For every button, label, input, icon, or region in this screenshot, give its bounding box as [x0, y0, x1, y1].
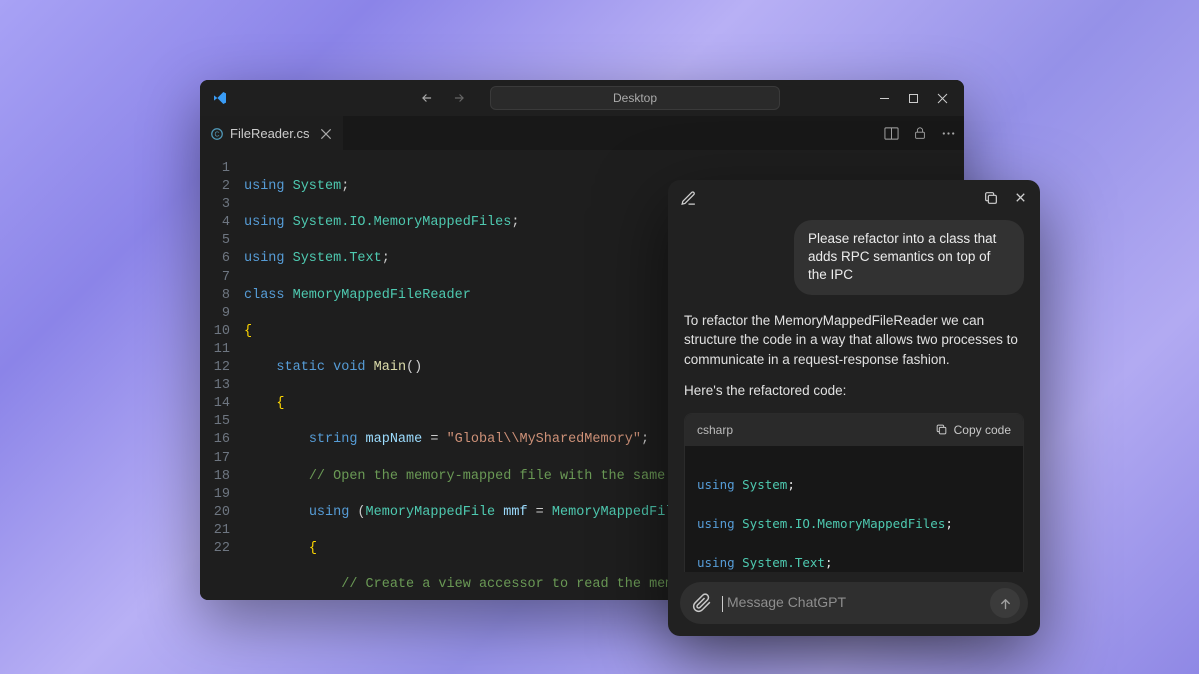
- command-center-search[interactable]: Desktop: [490, 86, 780, 110]
- copy-screenshot-icon[interactable]: [983, 190, 999, 206]
- chat-panel: Please refactor into a class that adds R…: [668, 180, 1040, 636]
- close-tab-icon[interactable]: [319, 127, 333, 141]
- csharp-file-icon: C: [210, 127, 224, 141]
- minimize-icon[interactable]: [879, 93, 890, 104]
- title-bar: Desktop: [200, 80, 964, 116]
- tab-filename: FileReader.cs: [230, 126, 309, 141]
- nav-forward-icon[interactable]: [448, 91, 470, 105]
- copy-code-button[interactable]: Copy code: [935, 423, 1011, 437]
- attach-icon[interactable]: [692, 593, 712, 613]
- assistant-paragraph-2: Here's the refactored code:: [684, 381, 1024, 401]
- nav-back-icon[interactable]: [416, 91, 438, 105]
- copy-code-label: Copy code: [954, 423, 1011, 437]
- svg-text:C: C: [214, 131, 219, 138]
- code-block: csharp Copy code using System; using Sys…: [684, 413, 1024, 572]
- code-block-header: csharp Copy code: [685, 414, 1023, 446]
- send-button[interactable]: [990, 588, 1020, 618]
- line-gutter: 12345678910111213141516171819202122: [200, 150, 244, 600]
- code-block-body: using System; using System.IO.MemoryMapp…: [685, 446, 1023, 572]
- chat-input[interactable]: Message ChatGPT: [680, 582, 1028, 624]
- chat-header: [668, 180, 1040, 216]
- assistant-paragraph-1: To refactor the MemoryMappedFileReader w…: [684, 311, 1024, 370]
- vscode-logo-icon: [212, 90, 228, 106]
- more-actions-icon[interactable]: [941, 126, 956, 141]
- close-chat-icon[interactable]: [1013, 190, 1028, 206]
- chat-body: Please refactor into a class that adds R…: [668, 216, 1040, 572]
- search-text: Desktop: [613, 91, 657, 105]
- chat-input-placeholder: Message ChatGPT: [722, 594, 980, 611]
- compose-icon[interactable]: [680, 190, 697, 207]
- user-message: Please refactor into a class that adds R…: [794, 220, 1024, 295]
- tab-bar: C FileReader.cs: [200, 116, 964, 150]
- maximize-icon[interactable]: [908, 93, 919, 104]
- code-content: using System; using System.IO.MemoryMapp…: [244, 150, 690, 600]
- editor-tab[interactable]: C FileReader.cs: [200, 116, 343, 150]
- close-window-icon[interactable]: [937, 93, 948, 104]
- split-editor-icon[interactable]: [884, 126, 899, 141]
- lock-icon[interactable]: [913, 126, 927, 141]
- code-lang-label: csharp: [697, 423, 733, 437]
- chat-input-row: Message ChatGPT: [668, 572, 1040, 636]
